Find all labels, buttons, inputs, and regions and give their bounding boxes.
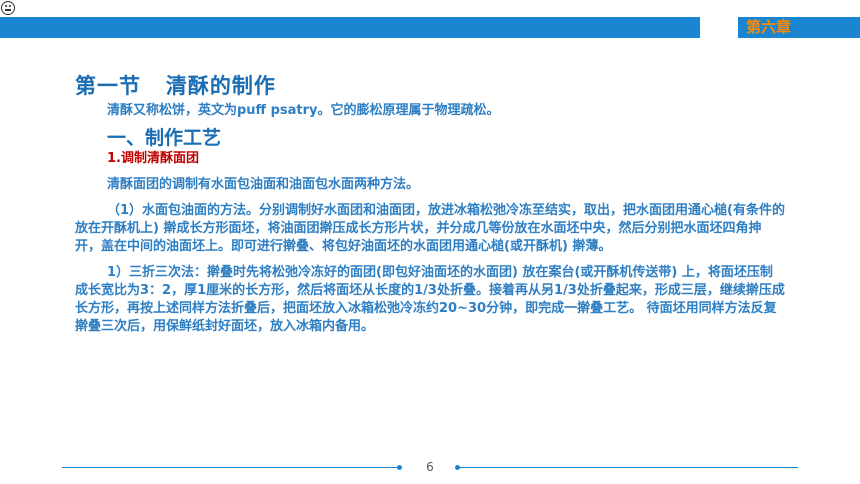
footer-divider-left — [62, 467, 398, 468]
item-heading: 1.调制清酥面团 — [107, 151, 199, 166]
section-title: 第一节 清酥的制作 — [75, 74, 276, 98]
footer-dot-left — [397, 465, 402, 470]
smiley-icon — [1, 1, 15, 15]
subheading: 一、制作工艺 — [107, 127, 222, 149]
page-number: 6 — [426, 460, 434, 474]
chapter-tab: 第六章 — [738, 17, 860, 38]
chapter-label: 第六章 — [746, 18, 792, 36]
paragraph-1: （1）水面包油面的方法。分别调制好水面团和油面团，放进冰箱松弛冷冻至结实，取出，… — [75, 203, 785, 254]
methods-text: 清酥面团的调制有水面包油面和油面包水面两种方法。 — [107, 177, 420, 192]
slide-content: 第一节 清酥的制作 清酥又称松饼，英文为puff psatry。它的膨松原理属于… — [75, 72, 785, 336]
paragraph-2: 1）三折三次法：擀叠时先将松弛冷冻好的面团(即包好油面坯的水面团) 放在案台(或… — [75, 265, 785, 334]
footer-divider-right — [458, 467, 798, 468]
header-bar — [0, 17, 700, 38]
intro-text: 清酥又称松饼，英文为puff psatry。它的膨松原理属于物理疏松。 — [107, 103, 500, 118]
